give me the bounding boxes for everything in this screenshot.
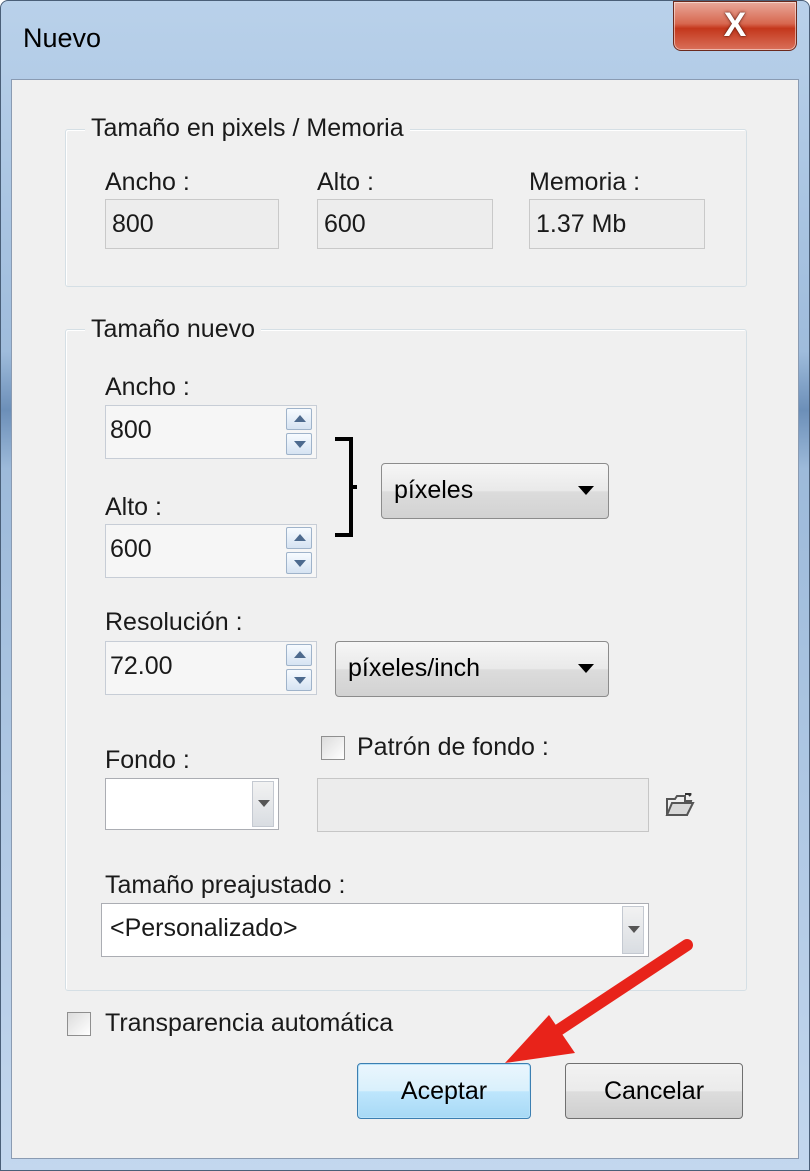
folder-open-icon[interactable] bbox=[665, 793, 695, 819]
dropdown-arrow-button[interactable] bbox=[252, 781, 274, 827]
chevron-down-icon bbox=[578, 486, 594, 495]
new-width-value: 800 bbox=[110, 416, 152, 444]
new-height-label: Alto : bbox=[105, 493, 162, 521]
preset-size-label: Tamaño preajustado : bbox=[105, 871, 346, 899]
new-size-group-title: Tamaño nuevo bbox=[85, 315, 262, 344]
size-unit-value: píxeles bbox=[394, 476, 474, 504]
memory-value: 1.37 Mb bbox=[529, 199, 705, 249]
new-height-value: 600 bbox=[110, 535, 152, 563]
current-height-label: Alto : bbox=[317, 168, 374, 196]
spin-down-icon[interactable] bbox=[286, 552, 312, 574]
resolution-label: Resolución : bbox=[105, 608, 243, 636]
new-width-spinbox[interactable]: 800 bbox=[105, 405, 317, 459]
spin-down-icon[interactable] bbox=[286, 433, 312, 455]
spin-up-icon[interactable] bbox=[286, 408, 312, 430]
background-label: Fondo : bbox=[105, 746, 190, 774]
spin-up-icon[interactable] bbox=[286, 527, 312, 549]
memory-label: Memoria : bbox=[529, 168, 641, 196]
cancel-button[interactable]: Cancelar bbox=[565, 1063, 743, 1119]
new-width-label: Ancho : bbox=[105, 373, 190, 401]
auto-transparency-label: Transparencia automática bbox=[105, 1009, 394, 1037]
size-unit-dropdown[interactable]: píxeles bbox=[381, 463, 609, 519]
resolution-unit-value: píxeles/inch bbox=[348, 654, 481, 682]
current-width-label: Ancho : bbox=[105, 168, 190, 196]
pattern-label: Patrón de fondo : bbox=[357, 733, 549, 761]
spin-up-icon[interactable] bbox=[286, 644, 312, 666]
resolution-spinbox[interactable]: 72.00 bbox=[105, 641, 317, 695]
close-icon: X bbox=[723, 6, 747, 44]
memory-group-title: Tamaño en pixels / Memoria bbox=[85, 114, 410, 143]
auto-transparency-checkbox[interactable] bbox=[67, 1012, 91, 1036]
pattern-path-field bbox=[317, 778, 649, 832]
resolution-unit-dropdown[interactable]: píxeles/inch bbox=[335, 641, 609, 697]
link-bracket-icon bbox=[335, 437, 357, 537]
accept-button[interactable]: Aceptar bbox=[357, 1063, 531, 1119]
new-height-spinbox[interactable]: 600 bbox=[105, 524, 317, 578]
chevron-down-icon bbox=[578, 664, 594, 673]
current-width-value: 800 bbox=[105, 199, 279, 249]
annotation-arrow bbox=[505, 939, 693, 1063]
spin-down-icon[interactable] bbox=[286, 669, 312, 691]
dialog-window: Nuevo X Tamaño en pixels / Memoria Ancho… bbox=[0, 0, 810, 1171]
background-color-dropdown[interactable] bbox=[105, 778, 279, 830]
close-button[interactable]: X bbox=[673, 1, 797, 51]
window-title: Nuevo bbox=[23, 23, 102, 53]
current-height-value: 600 bbox=[317, 199, 493, 249]
preset-size-value: <Personalizado> bbox=[110, 914, 298, 942]
resolution-value: 72.00 bbox=[110, 652, 173, 680]
pattern-checkbox[interactable] bbox=[321, 736, 345, 760]
